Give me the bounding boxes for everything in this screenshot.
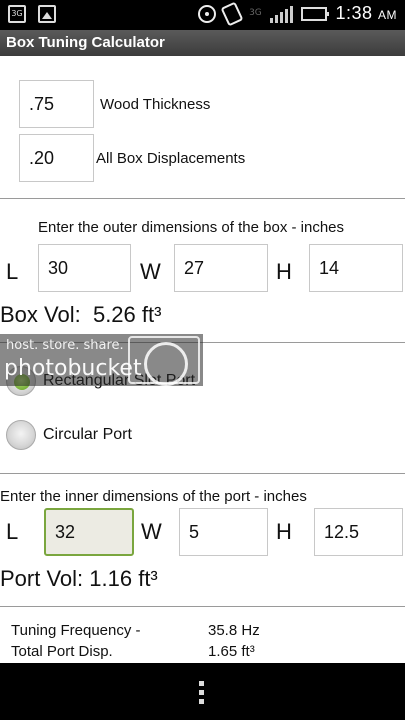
port-width-label: W xyxy=(141,519,162,544)
battery-icon xyxy=(301,6,330,21)
port-volume-label: Port Vol: xyxy=(0,566,84,591)
photobucket-logo-icon xyxy=(128,336,200,386)
clock: 1:38 AM xyxy=(335,3,397,24)
port-instruction: Enter the inner dimensions of the port -… xyxy=(0,488,307,505)
box-instruction: Enter the outer dimensions of the box - … xyxy=(38,219,345,236)
box-length-label: L xyxy=(6,259,19,284)
box-width-label: W xyxy=(140,259,161,284)
tuning-frequency-value: 35.8 Hz xyxy=(208,622,260,639)
box-volume: Box Vol: 5.26 ft³ xyxy=(0,302,161,328)
vibrate-icon xyxy=(220,1,244,26)
navigation-bar xyxy=(0,663,405,720)
total-port-disp-label: Total Port Disp. xyxy=(11,643,113,660)
wood-thickness-input[interactable]: .75 xyxy=(19,80,94,128)
gps-icon xyxy=(198,4,217,23)
watermark-brand: photobucket xyxy=(4,356,142,381)
port-volume-value: 1.16 ft³ xyxy=(89,566,158,591)
box-displacement-input[interactable]: .20 xyxy=(19,134,94,182)
wood-thickness-label: Wood Thickness xyxy=(100,96,211,113)
divider xyxy=(0,473,405,474)
status-bar: 3G 3G 1:38 AM xyxy=(0,0,405,30)
notification-icons: 3G xyxy=(8,5,56,23)
clock-ampm: AM xyxy=(378,8,397,22)
circular-port-label[interactable]: Circular Port xyxy=(43,426,132,444)
photobucket-watermark: host. store. share. photobucket xyxy=(0,334,203,386)
clock-time: 1:38 xyxy=(335,3,373,23)
port-volume: Port Vol: 1.16 ft³ xyxy=(0,566,158,592)
box-volume-value: 5.26 ft³ xyxy=(92,302,162,327)
box-height-label: H xyxy=(276,259,292,284)
system-icons: 3G 1:38 AM xyxy=(198,1,397,26)
box-volume-label: Box Vol: xyxy=(0,302,81,327)
overflow-menu-icon[interactable] xyxy=(199,681,205,705)
divider xyxy=(0,606,405,607)
box-length-input[interactable]: 30 xyxy=(38,244,131,292)
box-height-input[interactable]: 14 xyxy=(309,244,403,292)
port-length-input[interactable]: 32 xyxy=(44,508,134,556)
sd-card-icon: 3G xyxy=(8,5,26,23)
tuning-frequency-label: Tuning Frequency - xyxy=(11,622,141,639)
watermark-tagline: host. store. share. xyxy=(6,338,124,353)
box-displacement-label: All Box Displacements xyxy=(96,150,246,167)
divider xyxy=(0,198,405,199)
port-height-input[interactable]: 12.5 xyxy=(314,508,403,556)
box-width-input[interactable]: 27 xyxy=(174,244,268,292)
network-type: 3G xyxy=(249,8,262,18)
circular-port-radio[interactable] xyxy=(6,420,36,450)
port-width-input[interactable]: 5 xyxy=(179,508,268,556)
port-height-label: H xyxy=(276,519,292,544)
picture-icon xyxy=(38,5,56,23)
signal-icon xyxy=(270,5,294,23)
port-length-label: L xyxy=(6,519,19,544)
app-title: Box Tuning Calculator xyxy=(0,30,405,56)
total-port-disp-value: 1.65 ft³ xyxy=(208,643,255,660)
